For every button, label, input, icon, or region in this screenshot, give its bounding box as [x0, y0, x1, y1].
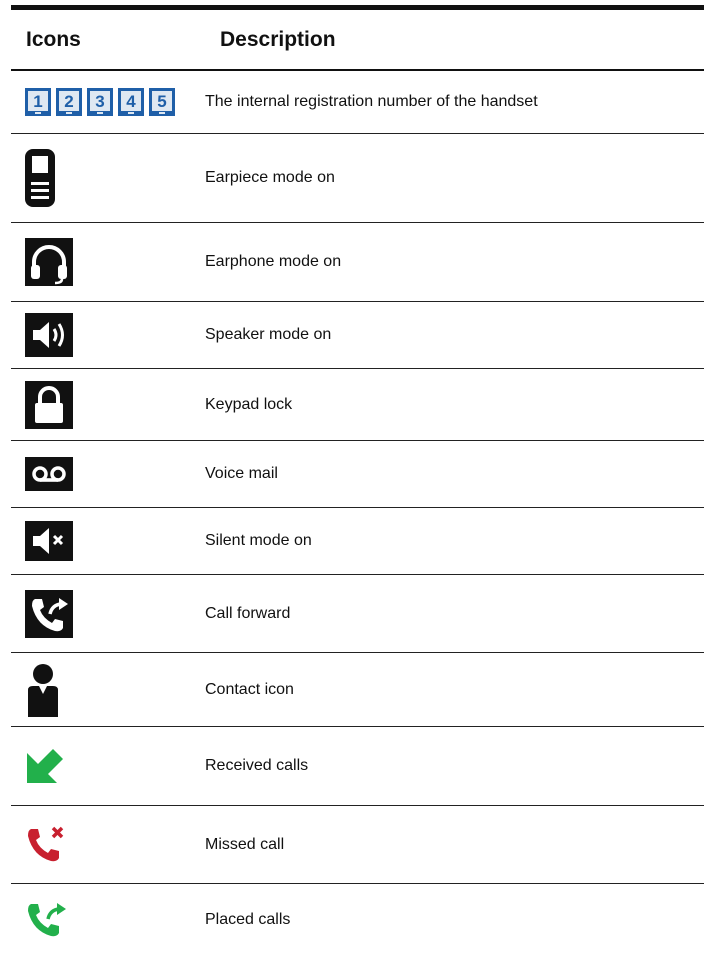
received-call-arrow-icon: [11, 747, 205, 785]
svg-text:4: 4: [126, 92, 136, 111]
speaker-muted-icon: [11, 521, 205, 561]
row-description: Contact icon: [205, 680, 294, 698]
registration-1-icon: 1: [25, 88, 51, 116]
table-row: Voice mail: [11, 441, 704, 508]
table-row: 1 2 3 4 5 The internal registration numb…: [11, 71, 704, 134]
svg-text:2: 2: [64, 92, 73, 111]
row-description: Speaker mode on: [205, 326, 332, 343]
row-description: Earphone mode on: [205, 253, 342, 270]
row-description: Received calls: [205, 757, 309, 774]
speaker-icon: [11, 313, 205, 357]
header-description: Description: [220, 27, 336, 51]
table-row: Contact icon: [11, 653, 704, 727]
headset-icon: [11, 238, 205, 286]
contact-person-icon: [11, 663, 205, 717]
row-description: Call forward: [205, 604, 291, 622]
svg-text:5: 5: [157, 92, 166, 111]
table-header: Icons Description: [11, 10, 704, 71]
row-description: Voice mail: [205, 465, 278, 482]
svg-text:1: 1: [33, 92, 42, 111]
voicemail-icon: [11, 457, 205, 491]
icon-description-table: Icons Description 1 2 3 4 5 The internal…: [11, 5, 704, 956]
row-description: The internal registration number of the …: [205, 93, 538, 110]
call-forward-icon: [11, 589, 205, 638]
row-description: Placed calls: [205, 911, 291, 928]
lock-icon: [11, 380, 205, 429]
earpiece-icon: [11, 149, 205, 207]
registration-5-icon: 5: [149, 88, 175, 116]
table-row: Silent mode on: [11, 508, 704, 575]
header-icons: Icons: [26, 27, 81, 51]
table-row: Placed calls: [11, 884, 704, 956]
missed-call-icon: [11, 824, 205, 866]
table-row: Call forward: [11, 575, 704, 653]
svg-text:3: 3: [95, 92, 104, 111]
registration-2-icon: 2: [56, 88, 82, 116]
registration-number-icons: 1 2 3 4 5: [11, 88, 205, 116]
placed-call-icon: [11, 899, 205, 941]
table-row: Keypad lock: [11, 369, 704, 441]
row-description: Earpiece mode on: [205, 169, 335, 186]
table-row: Missed call: [11, 806, 704, 884]
table-row: Received calls: [11, 727, 704, 806]
row-description: Missed call: [205, 835, 285, 853]
table-row: Speaker mode on: [11, 302, 704, 369]
table-row: Earpiece mode on: [11, 134, 704, 223]
row-description: Keypad lock: [205, 395, 293, 413]
registration-4-icon: 4: [118, 88, 144, 116]
table-row: Earphone mode on: [11, 223, 704, 302]
registration-3-icon: 3: [87, 88, 113, 116]
row-description: Silent mode on: [205, 532, 312, 549]
